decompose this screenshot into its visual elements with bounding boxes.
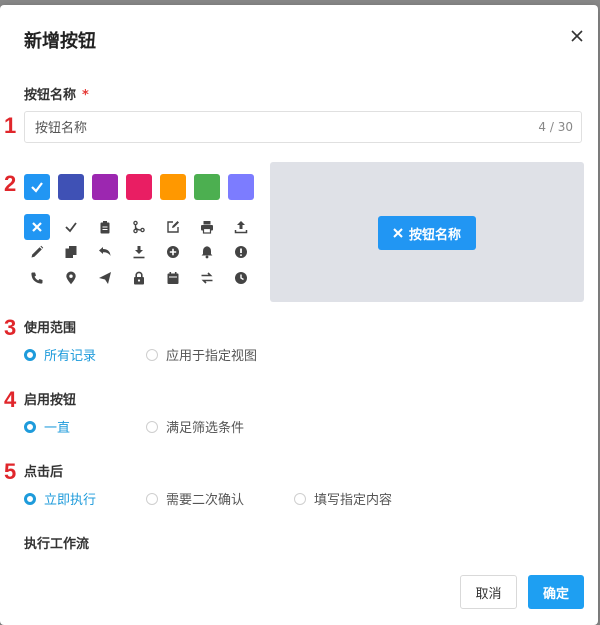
- step-marker-5: 5: [4, 459, 17, 484]
- bell-icon[interactable]: [194, 239, 220, 265]
- new-button-dialog: 新增按钮 1 2 3 4 5 按钮名称 * 4 / 30 按钮名称 使用范围 所有…: [0, 5, 598, 625]
- plus-circle-icon[interactable]: [160, 239, 186, 265]
- close-icon: [393, 228, 403, 238]
- cancel-button[interactable]: 取消: [460, 575, 517, 609]
- option-label: 需要二次确认: [166, 493, 245, 508]
- color-swatch[interactable]: [92, 174, 118, 200]
- check-icon: [31, 182, 43, 193]
- color-swatch[interactable]: [126, 174, 152, 200]
- radio-dot: [24, 492, 36, 505]
- alert-circle-icon[interactable]: [228, 239, 254, 265]
- option-label: 立即执行: [44, 493, 97, 508]
- location-icon[interactable]: [58, 265, 84, 291]
- name-field: 4 / 30: [24, 111, 582, 144]
- option-label: 应用于指定视图: [166, 349, 258, 364]
- preview-button-label: 按钮名称: [408, 227, 461, 243]
- color-swatch[interactable]: [160, 174, 186, 200]
- color-swatch[interactable]: [228, 174, 254, 200]
- radio-dot: [146, 348, 158, 361]
- lock-icon[interactable]: [126, 265, 152, 291]
- radio-dot: [294, 492, 306, 505]
- scope-label: 使用范围: [24, 321, 77, 336]
- radio-dot: [24, 420, 36, 433]
- radio-dot: [24, 348, 36, 361]
- calendar-icon[interactable]: [160, 265, 186, 291]
- step-marker-4: 4: [4, 387, 17, 412]
- send-icon[interactable]: [92, 265, 118, 291]
- radio-dot: [146, 420, 158, 433]
- workflow-label: 执行工作流: [24, 537, 90, 552]
- scope-option-all[interactable]: 所有记录: [24, 345, 96, 364]
- radio-dot: [146, 492, 158, 505]
- close-icon[interactable]: [568, 27, 586, 45]
- option-label: 一直: [44, 421, 71, 436]
- after-click-option-immediate[interactable]: 立即执行: [24, 489, 96, 508]
- upload-icon[interactable]: [228, 214, 254, 240]
- step-marker-3: 3: [4, 315, 17, 340]
- enable-label: 启用按钮: [24, 393, 77, 408]
- enable-option-always[interactable]: 一直: [24, 417, 70, 436]
- option-label: 填写指定内容: [314, 493, 393, 508]
- copy-icon[interactable]: [58, 239, 84, 265]
- print-icon[interactable]: [194, 214, 220, 240]
- dialog-title: 新增按钮: [24, 31, 96, 52]
- swap-icon[interactable]: [194, 265, 220, 291]
- clipboard-icon[interactable]: [92, 214, 118, 240]
- color-swatch[interactable]: [194, 174, 220, 200]
- branch-icon[interactable]: [126, 214, 152, 240]
- undo-icon[interactable]: [92, 239, 118, 265]
- step-marker-2: 2: [4, 171, 17, 196]
- close-icon[interactable]: [24, 214, 50, 240]
- after-click-option-confirm[interactable]: 需要二次确认: [146, 489, 244, 508]
- step-marker-1: 1: [4, 113, 17, 138]
- required-mark: *: [82, 88, 89, 103]
- preview-button: 按钮名称: [378, 216, 476, 250]
- name-field-label: 按钮名称 *: [24, 84, 89, 103]
- color-swatch[interactable]: [24, 174, 50, 200]
- download-icon[interactable]: [126, 239, 152, 265]
- option-label: 所有记录: [44, 349, 97, 364]
- check-icon[interactable]: [58, 214, 84, 240]
- after-click-option-fill[interactable]: 填写指定内容: [294, 489, 392, 508]
- option-label: 满足筛选条件: [166, 421, 245, 436]
- pencil-icon[interactable]: [24, 239, 50, 265]
- name-label-text: 按钮名称: [24, 88, 77, 103]
- name-input[interactable]: [33, 112, 517, 144]
- clock-icon[interactable]: [228, 265, 254, 291]
- scope-option-view[interactable]: 应用于指定视图: [146, 345, 257, 364]
- confirm-button[interactable]: 确定: [528, 575, 584, 609]
- edit-icon[interactable]: [160, 214, 186, 240]
- enable-option-filter[interactable]: 满足筛选条件: [146, 417, 244, 436]
- button-preview: 按钮名称: [270, 162, 584, 302]
- char-counter: 4 / 30: [538, 120, 573, 134]
- color-swatch[interactable]: [58, 174, 84, 200]
- phone-icon[interactable]: [24, 265, 50, 291]
- after-click-label: 点击后: [24, 465, 64, 480]
